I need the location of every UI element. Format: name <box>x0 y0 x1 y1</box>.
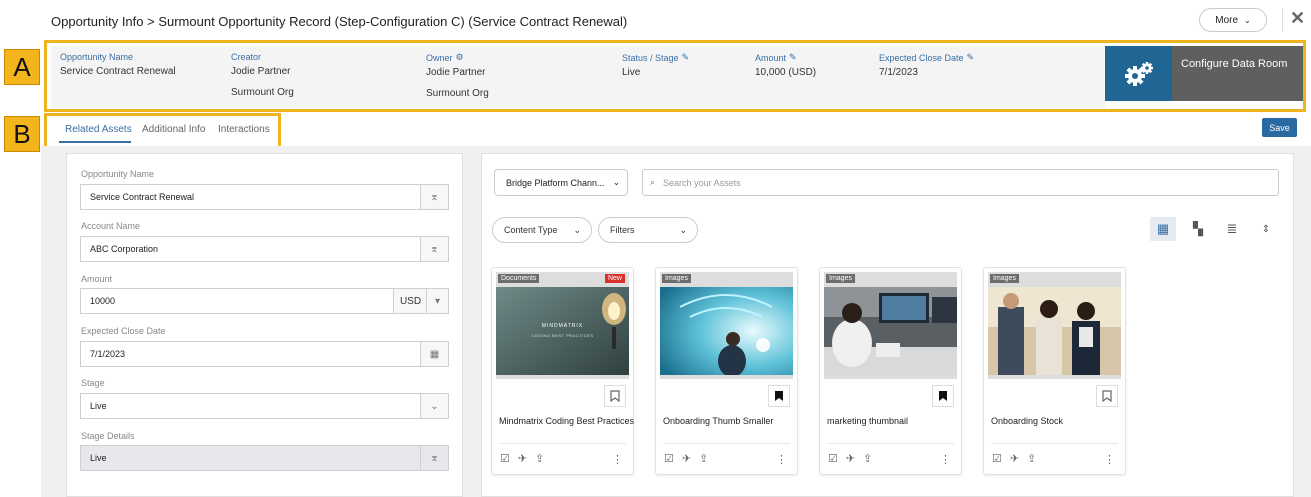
clear-format-icon[interactable]: ⌆ <box>420 237 448 261</box>
divider <box>991 443 1118 444</box>
share-icon[interactable]: ⇪ <box>863 452 872 465</box>
asset-card[interactable]: Images Onboarding Stock ☑ ✈ ⇪ ⋮ <box>983 267 1126 475</box>
more-button[interactable]: More ⌄ <box>1199 8 1267 32</box>
channel-select-value: Bridge Platform Chann... <box>506 177 605 188</box>
asset-type-badge: Images <box>990 274 1019 283</box>
more-label: More <box>1215 14 1239 26</box>
callout-a-frame <box>44 40 1306 112</box>
send-icon[interactable]: ✈ <box>1010 452 1019 465</box>
currency-select[interactable]: USD <box>393 289 427 313</box>
callout-b-label: B <box>4 116 40 152</box>
send-icon[interactable]: ✈ <box>682 452 691 465</box>
grid-view-icon[interactable]: ▦ <box>1150 217 1176 241</box>
tab-additional-info[interactable]: Additional Info <box>142 124 205 135</box>
opportunity-name-field[interactable]: Service Contract Renewal ⌆ <box>80 184 449 210</box>
kebab-menu-icon[interactable]: ⋮ <box>776 453 787 466</box>
account-name-field[interactable]: ABC Corporation ⌆ <box>80 236 449 262</box>
chevron-down-icon: ⌄ <box>573 224 581 235</box>
content-type-label: Content Type <box>504 225 558 235</box>
asset-search-input[interactable]: ⌕ Search your Assets <box>642 169 1279 196</box>
callout-a-label: A <box>4 49 40 85</box>
checkbox-icon[interactable]: ☑ <box>828 452 838 465</box>
field-value: 10000 <box>90 296 116 306</box>
divider <box>827 443 954 444</box>
calendar-icon[interactable]: ▦ <box>420 342 448 366</box>
asset-type-badge: Images <box>826 274 855 283</box>
divider <box>1282 8 1283 32</box>
share-icon[interactable]: ⇪ <box>535 452 544 465</box>
chevron-down-icon: ⌄ <box>679 224 687 235</box>
new-badge: New <box>604 274 625 283</box>
close-date-field[interactable]: 7/1/2023 ▦ <box>80 341 449 367</box>
send-icon[interactable]: ✈ <box>518 452 527 465</box>
field-value: Service Contract Renewal <box>90 192 195 202</box>
bookmark-icon[interactable] <box>1096 385 1118 407</box>
field-label: Account Name <box>81 221 141 231</box>
thumbnail-subheading: CODING BEST PRACTICES <box>531 333 594 338</box>
active-tab-indicator <box>59 141 131 143</box>
divider <box>499 443 626 444</box>
divider <box>663 443 790 444</box>
asset-type-badge: Documents <box>498 274 540 283</box>
send-icon[interactable]: ✈ <box>846 452 855 465</box>
chevron-down-icon: ⌄ <box>1244 15 1251 25</box>
filters-label: Filters <box>610 225 635 235</box>
thumbnail-heading: MINDMATRIX <box>541 323 584 329</box>
field-label: Opportunity Name <box>81 169 155 179</box>
channel-select[interactable]: Bridge Platform Chann... ⌄ <box>494 169 628 196</box>
field-label: Stage <box>81 378 105 388</box>
asset-title[interactable]: Mindmatrix Coding Best Practices <box>499 416 634 426</box>
chevron-down-icon[interactable]: ▾ <box>426 289 448 313</box>
kebab-menu-icon[interactable]: ⋮ <box>612 453 623 466</box>
field-value: ABC Corporation <box>90 244 159 254</box>
asset-type-badge: Images <box>662 274 691 283</box>
asset-card[interactable]: Images Onboarding Thumb Smaller ☑ ✈ ⇪ ⋮ <box>655 267 798 475</box>
asset-thumbnail: MINDMATRIX CODING BEST PRACTICES <box>496 287 629 375</box>
field-label: Amount <box>81 274 113 284</box>
page-title: Opportunity Info > Surmount Opportunity … <box>51 14 628 29</box>
checkbox-icon[interactable]: ☑ <box>500 452 510 465</box>
asset-card[interactable]: Images marketing thumbnail ☑ ✈ ⇪ ⋮ <box>819 267 962 475</box>
search-placeholder: Search your Assets <box>663 177 741 188</box>
checkbox-icon[interactable]: ☑ <box>992 452 1002 465</box>
chevron-down-icon[interactable]: ⌄ <box>420 394 448 418</box>
asset-title[interactable]: Onboarding Thumb Smaller <box>663 416 773 426</box>
asset-thumbnail <box>824 287 957 375</box>
field-label: Stage Details <box>81 431 135 441</box>
share-icon[interactable]: ⇪ <box>699 452 708 465</box>
asset-title[interactable]: Onboarding Stock <box>991 416 1063 426</box>
kebab-menu-icon[interactable]: ⋮ <box>940 453 951 466</box>
field-label: Expected Close Date <box>81 326 166 336</box>
field-value: 7/1/2023 <box>90 349 126 359</box>
chevron-down-icon: ⌄ <box>612 177 621 187</box>
bookmark-filled-icon[interactable] <box>768 385 790 407</box>
asset-thumbnail <box>988 287 1121 375</box>
field-value: Live <box>90 453 107 463</box>
tile-view-icon[interactable]: ▚ <box>1185 217 1211 241</box>
stage-details-field[interactable]: Live ⌆ <box>80 445 449 471</box>
search-icon: ⌕ <box>650 177 656 187</box>
save-button[interactable]: Save <box>1262 118 1297 137</box>
close-icon[interactable]: ✕ <box>1290 8 1305 29</box>
asset-thumbnail <box>660 287 793 375</box>
asset-card[interactable]: MINDMATRIX CODING BEST PRACTICES Documen… <box>491 267 634 475</box>
checkbox-icon[interactable]: ☑ <box>664 452 674 465</box>
tab-interactions[interactable]: Interactions <box>218 124 270 135</box>
clear-format-icon[interactable]: ⌆ <box>420 446 448 470</box>
asset-title[interactable]: marketing thumbnail <box>827 416 908 426</box>
sort-icon[interactable]: ⇕ <box>1253 217 1279 241</box>
list-view-icon[interactable]: ≣ <box>1219 217 1245 241</box>
bookmark-icon[interactable] <box>604 385 626 407</box>
content-type-filter[interactable]: Content Type ⌄ <box>492 217 592 243</box>
stage-select[interactable]: Live ⌄ <box>80 393 449 419</box>
share-icon[interactable]: ⇪ <box>1027 452 1036 465</box>
clear-format-icon[interactable]: ⌆ <box>420 185 448 209</box>
field-value: Live <box>90 401 107 411</box>
amount-field[interactable]: 10000 USD ▾ <box>80 288 449 314</box>
kebab-menu-icon[interactable]: ⋮ <box>1104 453 1115 466</box>
tab-related-assets[interactable]: Related Assets <box>65 124 132 135</box>
bookmark-filled-icon[interactable] <box>932 385 954 407</box>
filters-dropdown[interactable]: Filters ⌄ <box>598 217 698 243</box>
